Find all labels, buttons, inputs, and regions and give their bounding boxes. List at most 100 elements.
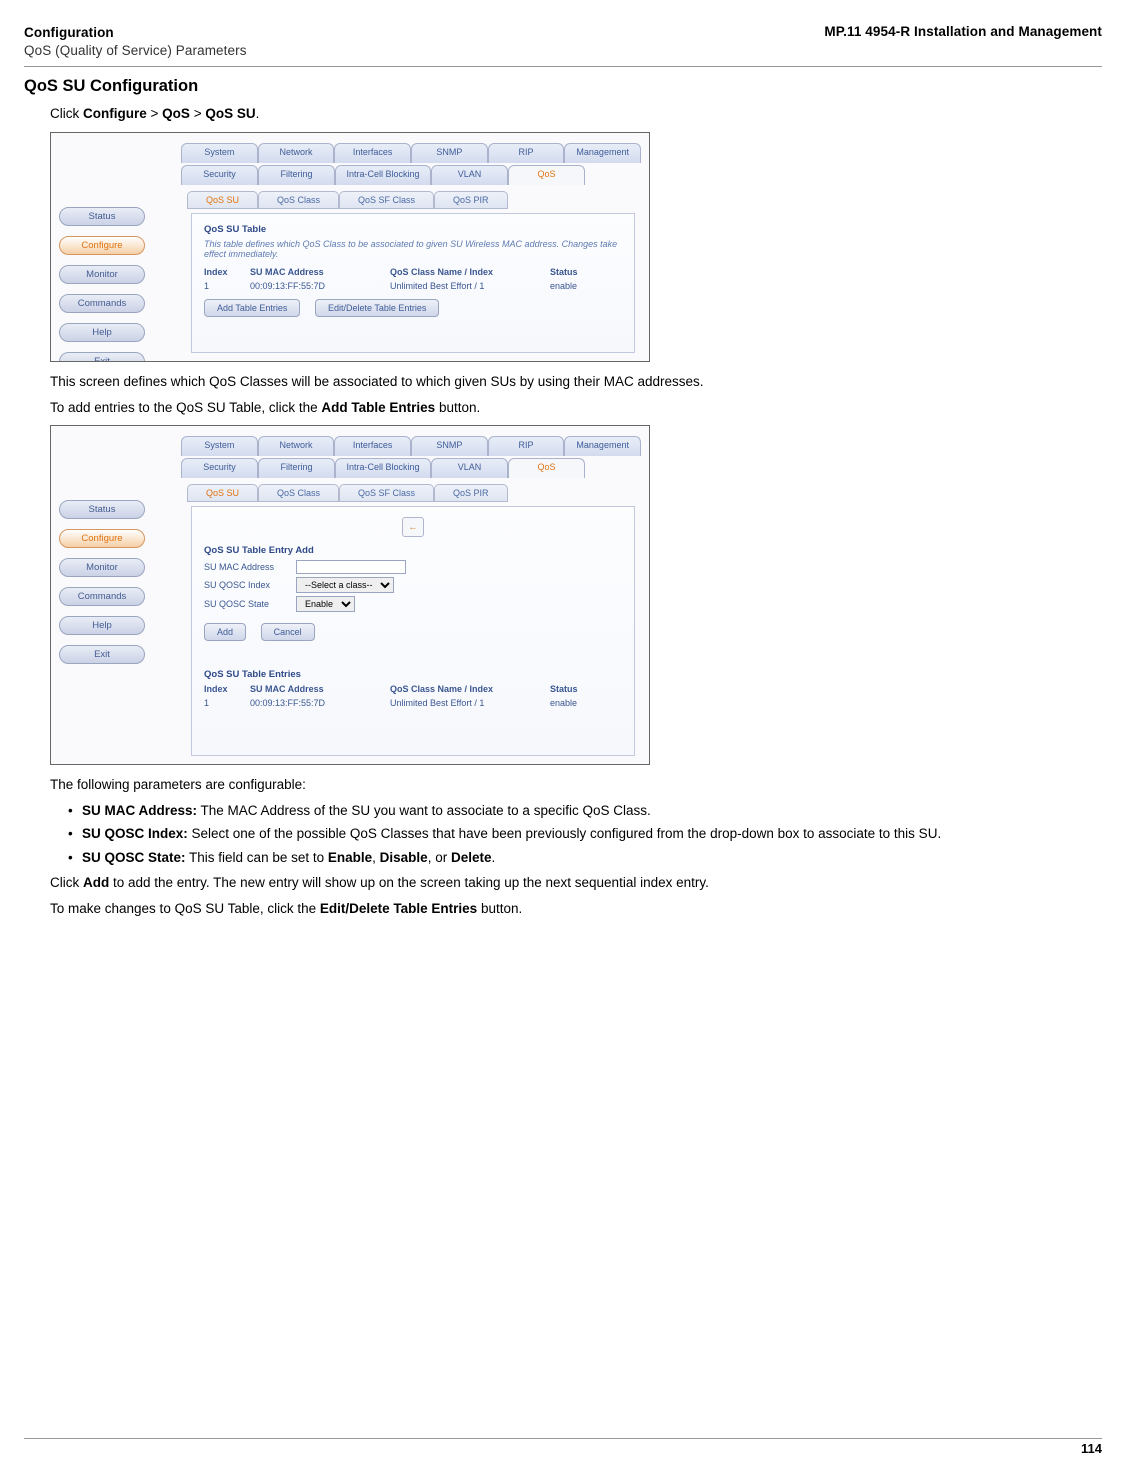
add-table-entries-button[interactable]: Add Table Entries bbox=[204, 299, 300, 317]
desc-1: This screen defines which QoS Classes wi… bbox=[50, 372, 1102, 392]
breadcrumb-qos: QoS bbox=[162, 106, 190, 121]
desc-2: To add entries to the QoS SU Table, clic… bbox=[50, 398, 1102, 418]
table-header: Index SU MAC Address QoS Class Name / In… bbox=[204, 684, 622, 694]
tab-management[interactable]: Management bbox=[564, 143, 641, 163]
cancel-button[interactable]: Cancel bbox=[261, 623, 315, 641]
tab-network[interactable]: Network bbox=[258, 436, 335, 456]
page-footer: 114 bbox=[24, 1438, 1102, 1456]
txt: To add entries to the QoS SU Table, clic… bbox=[50, 400, 321, 415]
subtab-qos-su[interactable]: QoS SU bbox=[187, 484, 258, 502]
subtab-qos-pir[interactable]: QoS PIR bbox=[434, 484, 508, 502]
sep: > bbox=[194, 106, 206, 121]
tab-snmp[interactable]: SNMP bbox=[411, 143, 488, 163]
page-number: 114 bbox=[24, 1441, 1102, 1456]
label-qosc-index: SU QOSC Index bbox=[204, 580, 296, 590]
tab-qos-active[interactable]: QoS bbox=[508, 165, 585, 185]
tab-interfaces[interactable]: Interfaces bbox=[334, 143, 411, 163]
col-index: Index bbox=[204, 684, 250, 694]
table-row: 1 00:09:13:FF:55:7D Unlimited Best Effor… bbox=[204, 698, 622, 708]
section-heading: QoS SU Configuration bbox=[24, 77, 1102, 96]
back-arrow-icon[interactable]: ← bbox=[402, 517, 424, 537]
bold: Add Table Entries bbox=[321, 400, 435, 415]
side-monitor[interactable]: Monitor bbox=[59, 265, 145, 284]
tab-rip[interactable]: RIP bbox=[488, 143, 565, 163]
select-qosc-state[interactable]: Enable bbox=[296, 596, 355, 612]
breadcrumb-instruction: Click Configure > QoS > QoS SU. bbox=[50, 104, 1102, 124]
tab-vlan[interactable]: VLAN bbox=[431, 458, 508, 478]
tab-security[interactable]: Security bbox=[181, 165, 258, 185]
click-add-text: Click Add to add the entry. The new entr… bbox=[50, 873, 1102, 893]
side-status[interactable]: Status bbox=[59, 500, 145, 519]
val-index: 1 bbox=[204, 698, 250, 708]
val-mac: 00:09:13:FF:55:7D bbox=[250, 281, 390, 291]
panel-desc: This table defines which QoS Class to be… bbox=[204, 239, 622, 259]
tab-network[interactable]: Network bbox=[258, 143, 335, 163]
header-left-2: QoS (Quality of Service) Parameters bbox=[24, 42, 247, 60]
txt: Click bbox=[50, 106, 83, 121]
tab-system[interactable]: System bbox=[181, 436, 258, 456]
side-configure[interactable]: Configure bbox=[59, 529, 145, 548]
tab-intracell[interactable]: Intra-Cell Blocking bbox=[335, 458, 431, 478]
txt: button. bbox=[435, 400, 480, 415]
txt: Select one of the possible QoS Classes t… bbox=[188, 826, 941, 841]
subtab-qos-sf[interactable]: QoS SF Class bbox=[339, 484, 434, 502]
subtab-qos-pir[interactable]: QoS PIR bbox=[434, 191, 508, 209]
bold: Add bbox=[83, 875, 109, 890]
tab-filtering[interactable]: Filtering bbox=[258, 165, 335, 185]
txt: , bbox=[372, 850, 380, 865]
txt: to add the entry. The new entry will sho… bbox=[109, 875, 709, 890]
val-status: enable bbox=[550, 698, 610, 708]
tab-interfaces[interactable]: Interfaces bbox=[334, 436, 411, 456]
col-mac: SU MAC Address bbox=[250, 684, 390, 694]
subtab-qos-class[interactable]: QoS Class bbox=[258, 484, 339, 502]
tab-rip[interactable]: RIP bbox=[488, 436, 565, 456]
tab-filtering[interactable]: Filtering bbox=[258, 458, 335, 478]
subtab-qos-sf[interactable]: QoS SF Class bbox=[339, 191, 434, 209]
txt: . bbox=[491, 850, 495, 865]
select-qosc-index[interactable]: --Select a class-- bbox=[296, 577, 394, 593]
side-status[interactable]: Status bbox=[59, 207, 145, 226]
side-help[interactable]: Help bbox=[59, 323, 145, 342]
bold: Enable bbox=[328, 850, 372, 865]
tab-vlan[interactable]: VLAN bbox=[431, 165, 508, 185]
edit-delete-text: To make changes to QoS SU Table, click t… bbox=[50, 899, 1102, 919]
breadcrumb-qos-su: QoS SU bbox=[205, 106, 255, 121]
side-commands[interactable]: Commands bbox=[59, 587, 145, 606]
txt: button. bbox=[477, 901, 522, 916]
header-right: MP.11 4954-R Installation and Management bbox=[824, 24, 1102, 60]
input-mac[interactable] bbox=[296, 560, 406, 574]
screenshot-qos-su-add: System Network Interfaces SNMP RIP Manag… bbox=[50, 425, 650, 765]
val-class: Unlimited Best Effort / 1 bbox=[390, 698, 550, 708]
side-help[interactable]: Help bbox=[59, 616, 145, 635]
add-button[interactable]: Add bbox=[204, 623, 246, 641]
tab-snmp[interactable]: SNMP bbox=[411, 436, 488, 456]
breadcrumb-configure: Configure bbox=[83, 106, 147, 121]
tab-security[interactable]: Security bbox=[181, 458, 258, 478]
side-exit[interactable]: Exit bbox=[59, 352, 145, 362]
col-class: QoS Class Name / Index bbox=[390, 684, 550, 694]
label-mac: SU MAC Address bbox=[204, 562, 296, 572]
side-configure[interactable]: Configure bbox=[59, 236, 145, 255]
bold: SU QOSC State: bbox=[82, 850, 186, 865]
tab-qos-active[interactable]: QoS bbox=[508, 458, 585, 478]
txt: Click bbox=[50, 875, 83, 890]
panel-title: QoS SU Table bbox=[204, 224, 622, 235]
divider bbox=[24, 66, 1102, 67]
bullet-mac: SU MAC Address: The MAC Address of the S… bbox=[68, 801, 1102, 821]
edit-delete-entries-button[interactable]: Edit/Delete Table Entries bbox=[315, 299, 439, 317]
side-exit[interactable]: Exit bbox=[59, 645, 145, 664]
bold: SU QOSC Index: bbox=[82, 826, 188, 841]
subtab-qos-class[interactable]: QoS Class bbox=[258, 191, 339, 209]
panel-title-add: QoS SU Table Entry Add bbox=[204, 545, 622, 556]
side-monitor[interactable]: Monitor bbox=[59, 558, 145, 577]
col-status: Status bbox=[550, 267, 610, 277]
tab-system[interactable]: System bbox=[181, 143, 258, 163]
subtab-qos-su[interactable]: QoS SU bbox=[187, 191, 258, 209]
table-header: Index SU MAC Address QoS Class Name / In… bbox=[204, 267, 622, 277]
tab-intracell[interactable]: Intra-Cell Blocking bbox=[335, 165, 431, 185]
bullet-index: SU QOSC Index: Select one of the possibl… bbox=[68, 824, 1102, 844]
txt: , or bbox=[428, 850, 451, 865]
txt: To make changes to QoS SU Table, click t… bbox=[50, 901, 320, 916]
tab-management[interactable]: Management bbox=[564, 436, 641, 456]
side-commands[interactable]: Commands bbox=[59, 294, 145, 313]
